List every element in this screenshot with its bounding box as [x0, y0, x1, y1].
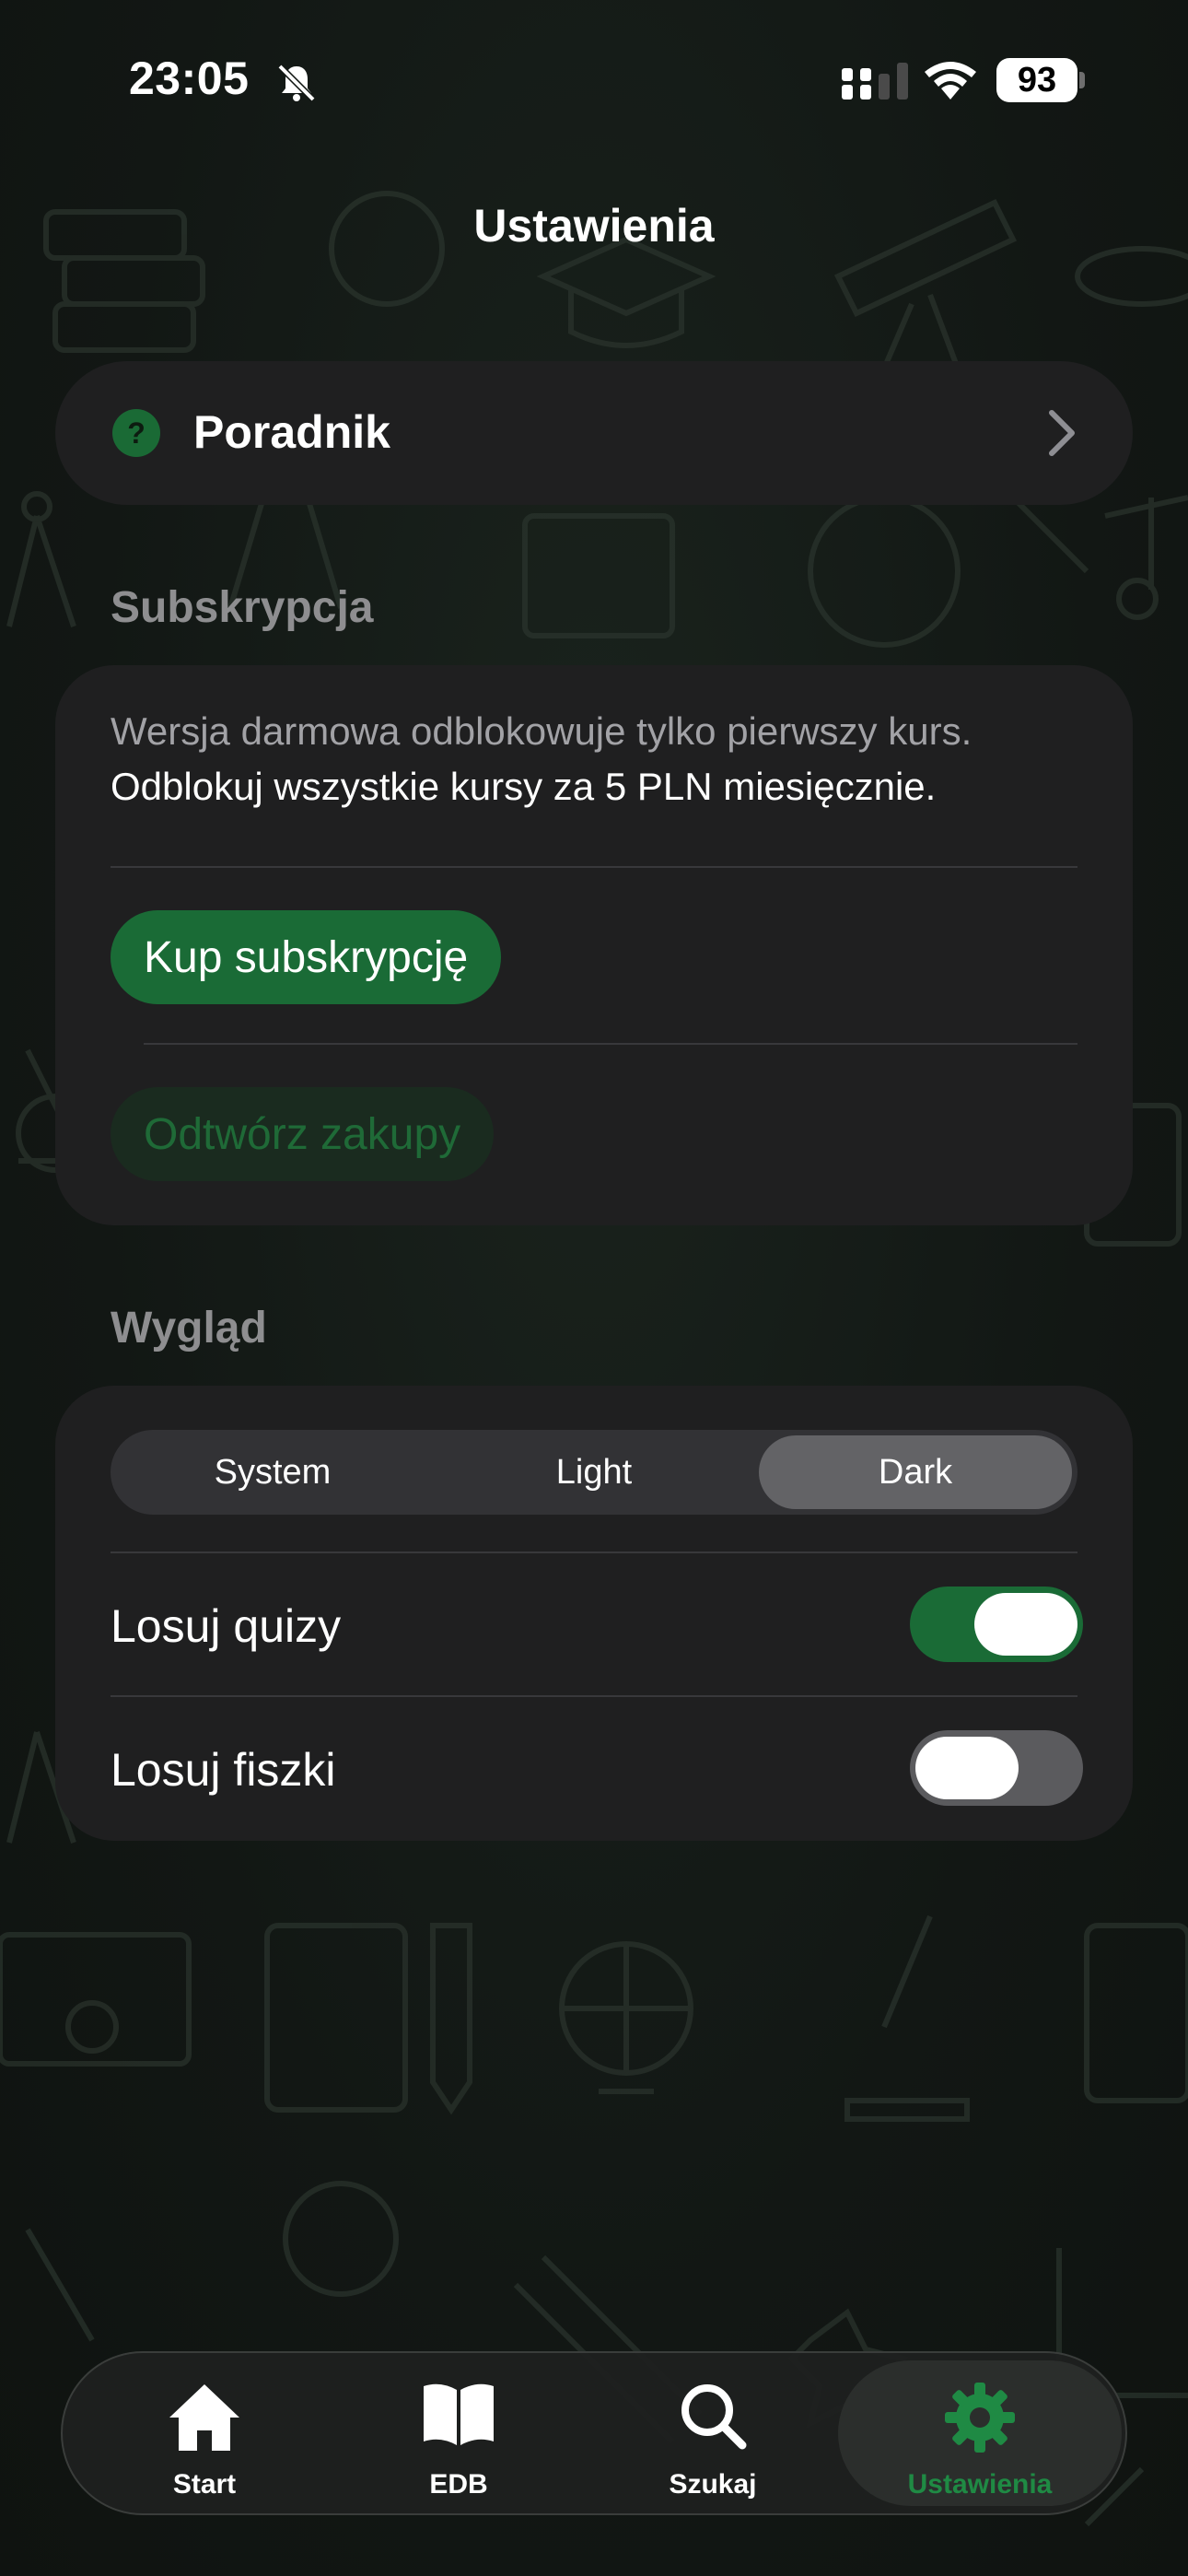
- tab-edb[interactable]: EDB: [339, 2353, 578, 2513]
- tab-label: Szukaj: [669, 2469, 757, 2500]
- section-header-subscription: Subskrypcja: [111, 583, 374, 632]
- bell-slash-icon: [277, 64, 316, 102]
- wifi-icon: [925, 62, 976, 100]
- tab-label: Start: [172, 2469, 237, 2500]
- cellular-signal-icon: [842, 63, 908, 100]
- divider: [111, 866, 1077, 868]
- tab-label: Ustawienia: [907, 2469, 1053, 2500]
- status-bar: 23:05 93: [0, 0, 1188, 166]
- divider: [111, 1551, 1077, 1553]
- section-header-appearance: Wygląd: [111, 1304, 267, 1352]
- page-title: Ustawienia: [473, 200, 715, 252]
- shuffle-quizzes-toggle[interactable]: [910, 1587, 1083, 1662]
- tab-search[interactable]: Szukaj: [593, 2353, 833, 2513]
- shuffle-flashcards-label: Losuj fiszki: [111, 1744, 336, 1796]
- theme-segmented-control: System Light Dark: [111, 1430, 1077, 1515]
- status-time: 23:05: [129, 53, 250, 104]
- tab-label: EDB: [429, 2469, 488, 2500]
- shuffle-flashcards-toggle[interactable]: [910, 1730, 1083, 1806]
- tab-bar: Start EDB Szukaj Ustawienia: [61, 2351, 1127, 2515]
- guide-row[interactable]: ? Poradnik: [55, 361, 1133, 505]
- search-icon: [681, 2384, 747, 2450]
- segment-light[interactable]: Light: [437, 1435, 751, 1509]
- book-icon: [424, 2383, 494, 2445]
- chevron-right-icon: [1049, 410, 1075, 456]
- guide-label: Poradnik: [193, 406, 390, 458]
- segment-dark[interactable]: Dark: [759, 1435, 1072, 1509]
- restore-purchases-button[interactable]: Odtwórz zakupy: [111, 1087, 495, 1181]
- appearance-card: System Light Dark Losuj quizy Losuj fisz…: [55, 1386, 1133, 1841]
- segment-system[interactable]: System: [116, 1435, 429, 1509]
- buy-subscription-button[interactable]: Kup subskrypcję: [111, 910, 502, 1004]
- shuffle-quizzes-label: Losuj quizy: [111, 1600, 342, 1652]
- subscription-card: Wersja darmowa odblokowuje tylko pierwsz…: [55, 665, 1133, 1225]
- divider: [144, 1043, 1077, 1045]
- question-mark-icon: ?: [112, 409, 160, 457]
- battery-tip: [1079, 72, 1085, 88]
- home-icon: [169, 2384, 239, 2451]
- subscription-info-line2: Odblokuj wszystkie kursy za 5 PLN miesię…: [111, 765, 937, 808]
- tab-settings[interactable]: Ustawienia: [838, 2360, 1122, 2506]
- divider: [111, 1695, 1077, 1697]
- gear-icon: [945, 2383, 1015, 2453]
- toggle-knob: [974, 1593, 1077, 1656]
- battery-level: 93: [996, 58, 1077, 102]
- toggle-knob: [915, 1737, 1019, 1799]
- subscription-info-line1: Wersja darmowa odblokowuje tylko pierwsz…: [111, 709, 973, 753]
- tab-start[interactable]: Start: [85, 2353, 324, 2513]
